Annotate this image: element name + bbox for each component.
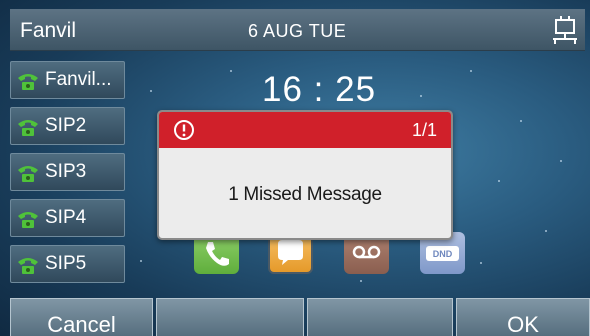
phone-icon [17, 71, 39, 91]
line-key-label: SIP5 [45, 253, 87, 274]
phone-icon [17, 163, 39, 183]
phone-screen: Fanvil 6 AUG TUE Fanvil... SIP2 SIP3 SIP… [0, 0, 590, 336]
alert-icon [173, 119, 195, 141]
softkey-label: OK [507, 312, 539, 336]
message-count: 1/1 [411, 120, 437, 140]
dnd-label: DND [433, 249, 453, 259]
line-key-4[interactable]: SIP4 [10, 199, 125, 237]
line-key-1[interactable]: Fanvil... [10, 61, 125, 99]
line-key-label: SIP2 [45, 115, 87, 136]
line-key-2[interactable]: SIP2 [10, 107, 125, 145]
dialog-message: 1 Missed Message [228, 184, 382, 205]
cancel-button[interactable]: Cancel [10, 298, 153, 336]
network-icon [551, 15, 579, 45]
missed-message-dialog: 1/1 1 Missed Message [157, 110, 453, 240]
dialog-header: 1/1 [159, 112, 451, 148]
ok-button[interactable]: OK [456, 298, 590, 336]
phone-icon [17, 117, 39, 137]
line-key-label: Fanvil... [45, 69, 112, 90]
clock: 16 : 25 [262, 70, 377, 109]
brand-name: Fanvil [20, 19, 77, 42]
phone-icon [17, 255, 39, 275]
line-key-label: SIP3 [45, 161, 87, 182]
line-key-5[interactable]: SIP5 [10, 245, 125, 283]
date-display: 6 AUG TUE [248, 21, 347, 41]
softkey-2[interactable] [156, 298, 304, 336]
line-key-3[interactable]: SIP3 [10, 153, 125, 191]
phone-icon [17, 209, 39, 229]
status-bar: Fanvil 6 AUG TUE [10, 9, 585, 51]
softkey-label: Cancel [47, 312, 116, 336]
softkey-3[interactable] [307, 298, 453, 336]
line-key-label: SIP4 [45, 207, 87, 228]
